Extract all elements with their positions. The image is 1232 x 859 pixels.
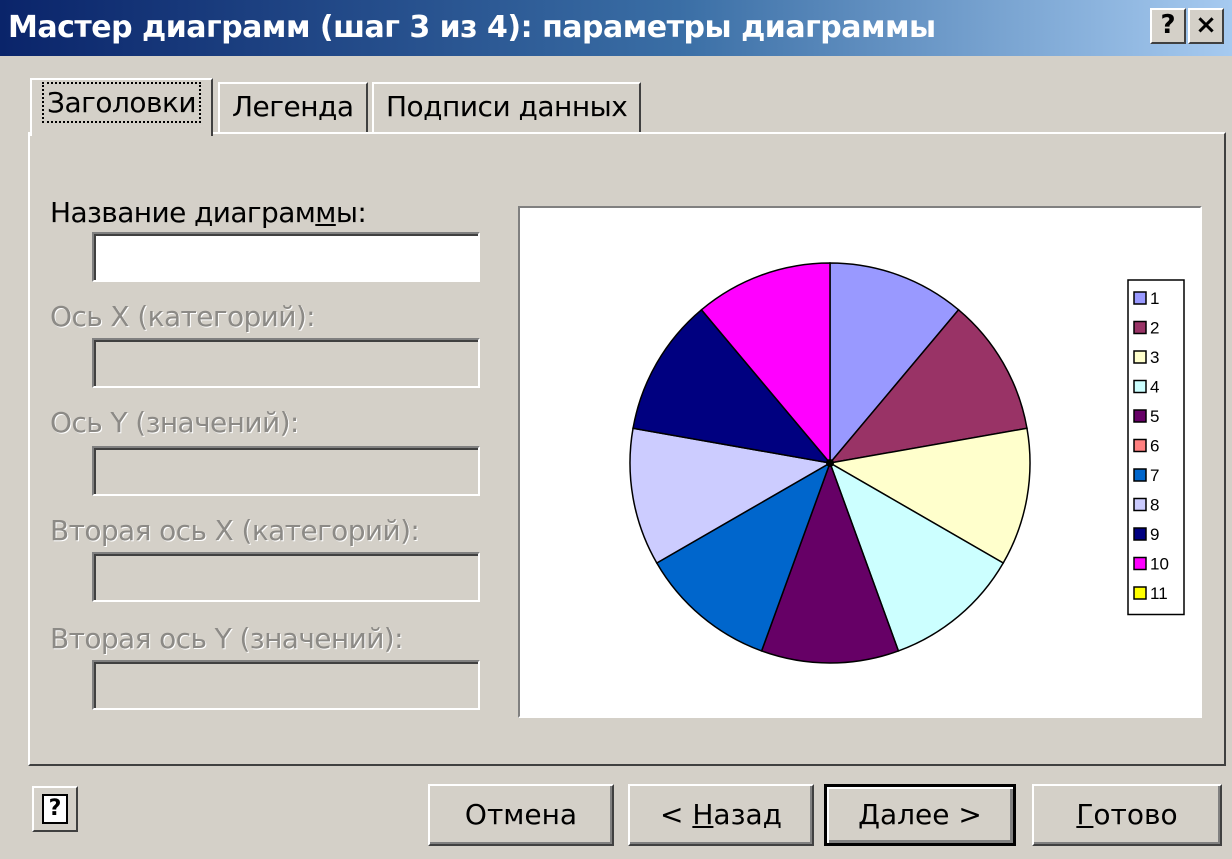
x-axis-label: Ось X (категорий): [50,300,316,333]
secondary-y-axis-field [92,660,480,710]
y-axis-label: Ось Y (значений): [50,406,299,439]
secondary-x-axis-label: Вторая ось X (категорий): [50,514,420,547]
secondary-y-axis-label: Вторая ось Y (значений): [50,622,404,655]
chart-title-input[interactable] [94,234,478,280]
x-axis-field [92,338,480,388]
chart-title-field[interactable] [92,232,480,282]
secondary-x-axis-field [92,552,480,602]
y-axis-field [92,446,480,496]
chart-title-label: Название диаграммы: [50,196,367,229]
